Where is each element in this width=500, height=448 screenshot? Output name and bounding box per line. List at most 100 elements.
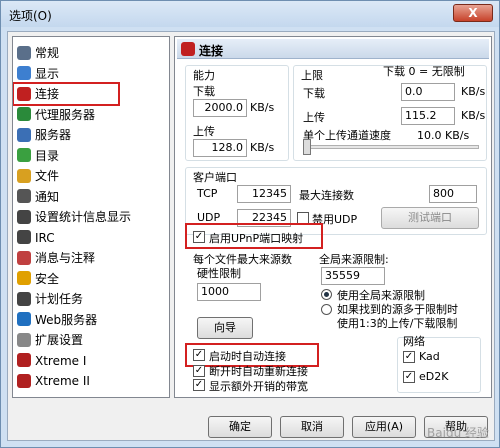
sidebar-item-icon: [17, 66, 31, 80]
sidebar-item-label: 设置统计信息显示: [35, 210, 132, 224]
sidebar-item-icon: [17, 230, 31, 244]
sidebar-item-13[interactable]: Web服务器: [17, 310, 97, 330]
sidebar-item-0[interactable]: 常规: [17, 43, 59, 63]
panel-title: 连接: [199, 44, 224, 58]
max-connections-label: 最大连接数: [299, 189, 354, 202]
sidebar-item-10[interactable]: 消息与注释: [17, 248, 95, 268]
sidebar-item-label: 扩展设置: [35, 333, 84, 347]
window-title: 选项(O): [9, 9, 52, 23]
capacity-label: 能力: [193, 69, 215, 82]
max-connections-input[interactable]: 800: [429, 185, 477, 203]
ratio-limit-radio[interactable]: [321, 304, 332, 315]
capacity-download-input[interactable]: 2000.0: [193, 99, 247, 117]
sidebar-item-15[interactable]: Xtreme I: [17, 351, 86, 371]
sidebar-item-label: Xtreme II: [35, 374, 90, 388]
sidebar: 常规显示连接代理服务器服务器目录文件通知设置统计信息显示 IRC 消息与注释安全计划…: [12, 36, 170, 398]
kad-label: Kad: [419, 350, 440, 363]
sidebar-item-label: 常规: [35, 46, 60, 60]
sidebar-item-icon: [17, 107, 31, 121]
kad-checkbox[interactable]: ✓: [403, 351, 415, 363]
sidebar-item-icon: [17, 312, 31, 326]
auto-connect-checkbox[interactable]: ✓: [193, 349, 205, 361]
sidebar-item-label: 消息与注释: [35, 251, 96, 265]
ed2k-label: eD2K: [419, 370, 449, 383]
sidebar-item-11[interactable]: 安全: [17, 269, 59, 289]
use-global-limit-radio[interactable]: [321, 289, 332, 300]
show-overhead-checkbox[interactable]: ✓: [193, 379, 205, 391]
limits-download-input[interactable]: 0.0: [401, 83, 455, 101]
network-label: 网络: [403, 335, 425, 348]
sidebar-item-label: 文件: [35, 169, 60, 183]
sidebar-item-label: 显示: [35, 66, 60, 81]
test-port-button[interactable]: 测试端口: [381, 207, 479, 229]
sidebar-item-icon: [17, 332, 31, 347]
sidebar-item-2[interactable]: 连接: [13, 82, 120, 106]
limits-label: 上限: [301, 69, 323, 82]
limits-download-unit: KB/s: [461, 85, 486, 98]
sidebar-item-icon: [17, 353, 31, 367]
sidebar-item-label: 目录: [35, 148, 60, 163]
sidebar-item-icon: [17, 373, 31, 388]
single-upload-label: 单个上传通道速度: [303, 129, 391, 142]
ratio-limit-label-2: 使用1:3的上传/下载限制: [337, 317, 458, 330]
sidebar-item-icon: [17, 127, 31, 142]
sidebar-item-label: 计划任务: [35, 292, 84, 306]
sidebar-item-7[interactable]: 通知: [17, 187, 59, 207]
sidebar-item-icon: [17, 189, 31, 203]
options-window: 选项(O) X 常规 显示 连接 代理服务器 服务器 目录 文件 通知 设置统计信息显示 IRC 消…: [0, 0, 500, 448]
sidebar-item-icon: [17, 86, 31, 101]
watermark: Baidu 经验: [427, 426, 489, 440]
sidebar-item-label: 连接: [35, 87, 60, 101]
capacity-upload-input[interactable]: 128.0: [193, 139, 247, 157]
capacity-upload-label: 上传: [193, 125, 215, 138]
close-button[interactable]: X: [453, 4, 493, 22]
limits-upload-label: 上传: [303, 111, 325, 124]
sidebar-item-label: 通知: [35, 189, 60, 204]
sidebar-item-label: IRC: [35, 230, 55, 245]
sidebar-item-icon: [17, 291, 31, 306]
sidebar-item-6[interactable]: 文件: [17, 166, 59, 186]
ok-button[interactable]: 确定: [208, 416, 272, 438]
hard-limit-input[interactable]: 1000: [197, 283, 261, 301]
title-bar: 选项(O) X: [1, 1, 499, 27]
limits-upload-input[interactable]: 115.2: [401, 107, 455, 125]
tcp-port-input[interactable]: 12345: [237, 185, 291, 203]
sidebar-item-icon: [17, 250, 31, 265]
single-upload-slider-thumb[interactable]: [303, 139, 311, 155]
global-limit-label: 全局来源限制:: [319, 253, 389, 266]
sidebar-item-4[interactable]: 服务器: [17, 125, 71, 145]
sidebar-item-3[interactable]: 代理服务器: [17, 105, 95, 125]
wizard-button[interactable]: 向导: [197, 317, 253, 339]
limits-note: 下载 0 = 无限制: [383, 65, 465, 78]
capacity-download-label: 下载: [193, 85, 215, 98]
apply-button[interactable]: 应用(A): [352, 416, 416, 438]
hard-limit-label: 硬性限制: [197, 267, 241, 280]
sidebar-item-icon: [17, 271, 31, 285]
limits-upload-unit: KB/s: [461, 109, 486, 122]
global-limit-input[interactable]: 35559: [321, 267, 385, 285]
auto-reconnect-label: 断开时自动重新连接: [209, 365, 308, 378]
single-upload-slider[interactable]: [303, 145, 479, 149]
ed2k-checkbox[interactable]: ✓: [403, 371, 415, 383]
sidebar-item-1[interactable]: 显示: [17, 64, 59, 84]
sidebar-item-icon: [17, 45, 31, 60]
client-port-label: 客户端口: [193, 171, 237, 184]
sidebar-item-14[interactable]: 扩展设置: [17, 330, 83, 350]
sidebar-item-8[interactable]: 设置统计信息显示: [17, 207, 131, 227]
sidebar-item-5[interactable]: 目录: [17, 146, 59, 166]
capacity-download-unit: KB/s: [250, 101, 275, 114]
cancel-button[interactable]: 取消: [280, 416, 344, 438]
sidebar-item-label: Xtreme I: [35, 353, 87, 368]
connection-icon: [181, 42, 195, 56]
sidebar-item-icon: [17, 148, 31, 162]
tcp-label: TCP: [197, 187, 218, 200]
sidebar-item-icon: [17, 209, 31, 224]
sidebar-item-16[interactable]: Xtreme II: [17, 371, 90, 391]
sidebar-item-label: 代理服务器: [35, 107, 96, 122]
sidebar-item-9[interactable]: IRC: [17, 228, 55, 248]
sidebar-item-icon: [17, 168, 31, 183]
auto-reconnect-checkbox[interactable]: ✓: [193, 365, 205, 377]
dialog-body: 常规 显示 连接 代理服务器 服务器 目录 文件 通知 设置统计信息显示 IRC 消息与注释 安全 计划…: [7, 31, 495, 441]
sidebar-item-12[interactable]: 计划任务: [17, 289, 83, 309]
connection-panel: 连接 能力 下载 2000.0 KB/s 上传 128.0 KB/s 上限 下载…: [174, 36, 492, 398]
